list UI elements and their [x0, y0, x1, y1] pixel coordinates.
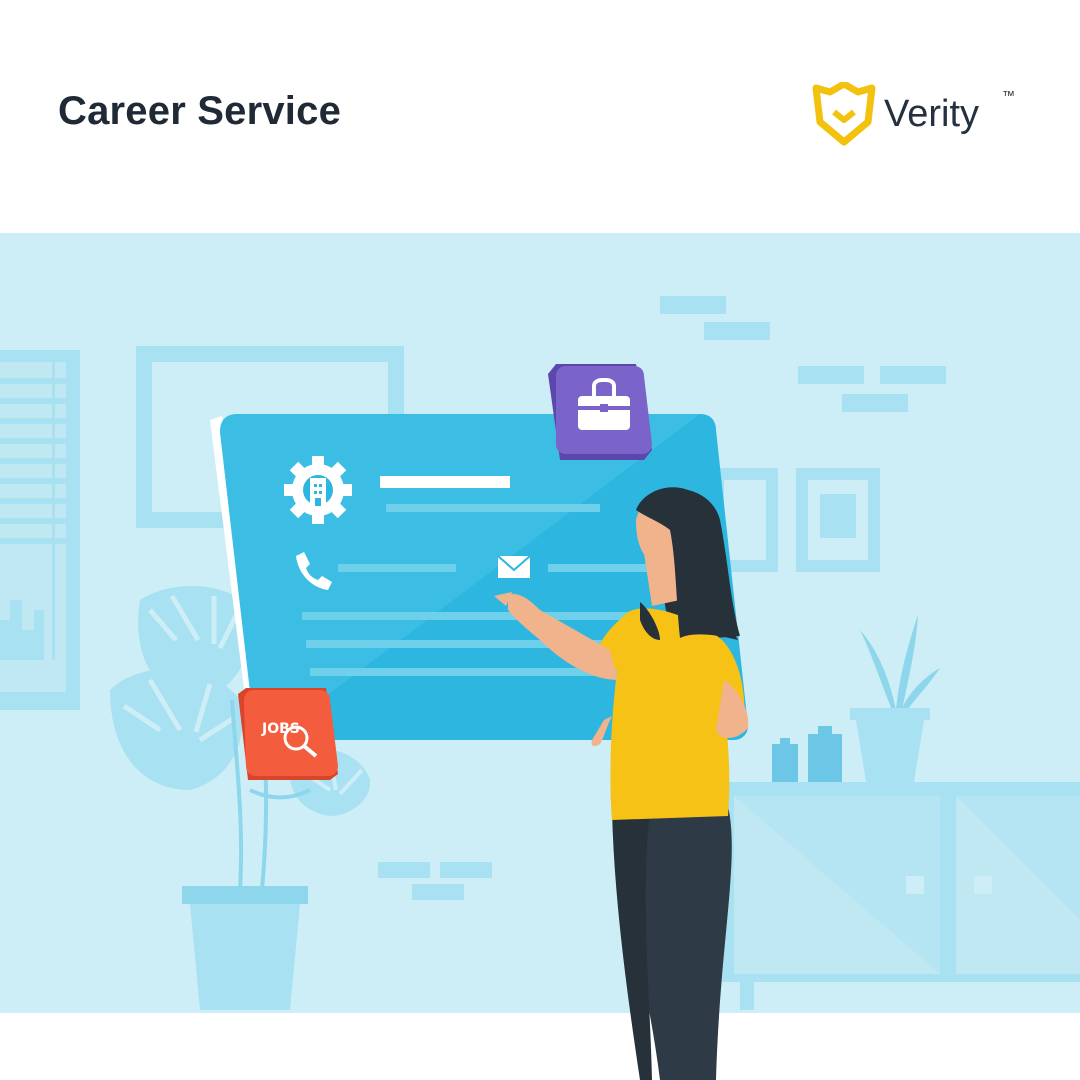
window-blinds [0, 350, 80, 710]
jobs-badge: JOBS [238, 688, 338, 780]
career-illustration: JOBS [0, 233, 1080, 1080]
brand-logo: Verity ™ [812, 82, 1032, 146]
jobs-badge-label: JOBS [261, 721, 300, 737]
brand-name: Verity [884, 93, 980, 135]
brand-trademark: ™ [1002, 88, 1015, 103]
briefcase-badge [548, 364, 652, 460]
verity-shield-icon [812, 82, 876, 146]
cabinet [722, 782, 1080, 1010]
envelope-icon [497, 555, 531, 578]
gear-building-icon [284, 456, 352, 524]
page-title: Career Service [58, 89, 342, 133]
wall-small-frames [712, 468, 880, 572]
